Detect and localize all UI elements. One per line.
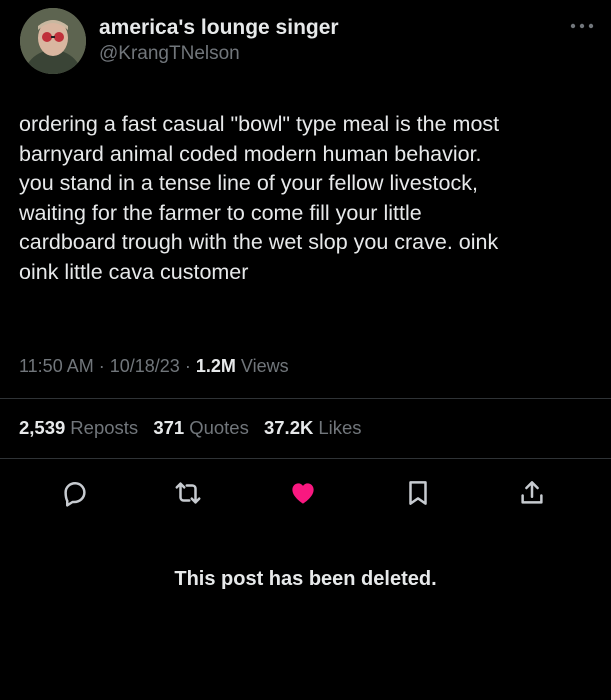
bookmark-button[interactable] <box>403 478 433 508</box>
share-button[interactable] <box>517 478 547 508</box>
author-names: america's lounge singer @KrangTNelson <box>99 15 339 67</box>
reposts-label: Reposts <box>70 417 139 438</box>
reply-icon <box>64 482 86 507</box>
author-display-name[interactable]: america's lounge singer <box>99 15 339 41</box>
likes-count: 37.2K <box>263 417 314 438</box>
quotes-label: Quotes <box>189 417 249 438</box>
likes-stat[interactable]: 37.2K Likes <box>264 417 362 438</box>
bookmark-icon <box>409 481 427 505</box>
reply-button[interactable] <box>60 478 90 508</box>
tweet-text: ordering a fast casual "bowl" type meal … <box>19 112 500 284</box>
reposts-count: 2,539 <box>19 417 66 438</box>
reposts-stat[interactable]: 2,539 Reposts <box>19 417 138 438</box>
repost-button[interactable] <box>173 478 203 508</box>
heart-icon <box>292 483 314 504</box>
avatar[interactable] <box>20 8 86 74</box>
like-button[interactable] <box>288 478 318 508</box>
divider <box>0 398 611 399</box>
tweet-date[interactable]: 10/18/23 <box>110 356 180 376</box>
views-label: Views <box>240 356 289 376</box>
divider <box>0 458 611 459</box>
post-header: america's lounge singer @KrangTNelson <box>20 8 595 74</box>
more-options-icon[interactable] <box>569 18 595 29</box>
quotes-stat[interactable]: 371 Quotes <box>153 417 249 438</box>
likes-label: Likes <box>318 417 362 438</box>
author-handle[interactable]: @KrangTNelson <box>99 41 339 67</box>
tweet-time[interactable]: 11:50 AM <box>19 356 94 376</box>
meta-separator: · <box>184 356 191 376</box>
meta-separator: · <box>98 356 105 376</box>
action-bar <box>0 470 611 514</box>
repost-icon <box>175 482 201 504</box>
tweet-metadata: 11:50 AM · 10/18/23 · 1.2M Views <box>19 356 289 377</box>
avatar-image <box>20 8 86 74</box>
post-screen: america's lounge singer @KrangTNelson or… <box>0 0 611 700</box>
share-icon <box>521 481 543 504</box>
engagement-stats: 2,539 Reposts 371 Quotes 37.2K Likes <box>19 417 372 439</box>
views-count: 1.2M <box>195 356 236 376</box>
deleted-notice: This post has been deleted. <box>174 568 437 590</box>
quotes-count: 371 <box>153 417 185 438</box>
